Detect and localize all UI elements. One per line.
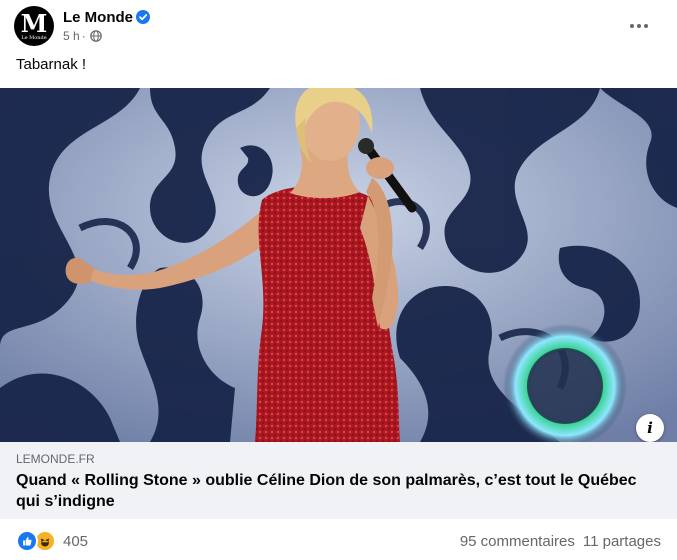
link-preview[interactable]: LEMONDE.FR Quand « Rolling Stone » oubli…	[0, 442, 677, 519]
avatar-logo-letter: M	[20, 9, 48, 38]
info-button[interactable]: i	[636, 414, 664, 442]
verified-badge-icon	[136, 10, 150, 24]
engagement-counts: 95 commentaires 11 partages	[460, 533, 661, 550]
post-text: Tabarnak !	[16, 56, 87, 73]
globe-icon	[89, 30, 102, 42]
post-timestamp[interactable]: 5 h	[63, 29, 80, 43]
meta-separator: ·	[81, 29, 86, 43]
page-name-link[interactable]: Le Monde	[63, 9, 133, 26]
post-meta: 5 h ·	[63, 29, 102, 43]
post-header: M Le Monde Le Monde 5 h ·	[0, 0, 677, 52]
post-image[interactable]: i	[0, 88, 677, 442]
link-title[interactable]: Quand « Rolling Stone » oublie Céline Di…	[16, 470, 656, 512]
more-options-button[interactable]	[625, 12, 653, 40]
like-reaction-icon	[16, 530, 38, 552]
avatar-logo-text: Le Monde	[21, 35, 47, 41]
link-domain: LEMONDE.FR	[16, 452, 95, 466]
more-options-icon	[630, 24, 648, 28]
comments-count-link[interactable]: 95 commentaires	[460, 533, 575, 550]
shares-count-link[interactable]: 11 partages	[583, 533, 661, 550]
reactions-summary[interactable]: 405	[16, 530, 88, 552]
concert-photo	[0, 88, 677, 442]
reaction-count: 405	[63, 532, 89, 550]
page-avatar[interactable]: M Le Monde	[14, 6, 54, 46]
